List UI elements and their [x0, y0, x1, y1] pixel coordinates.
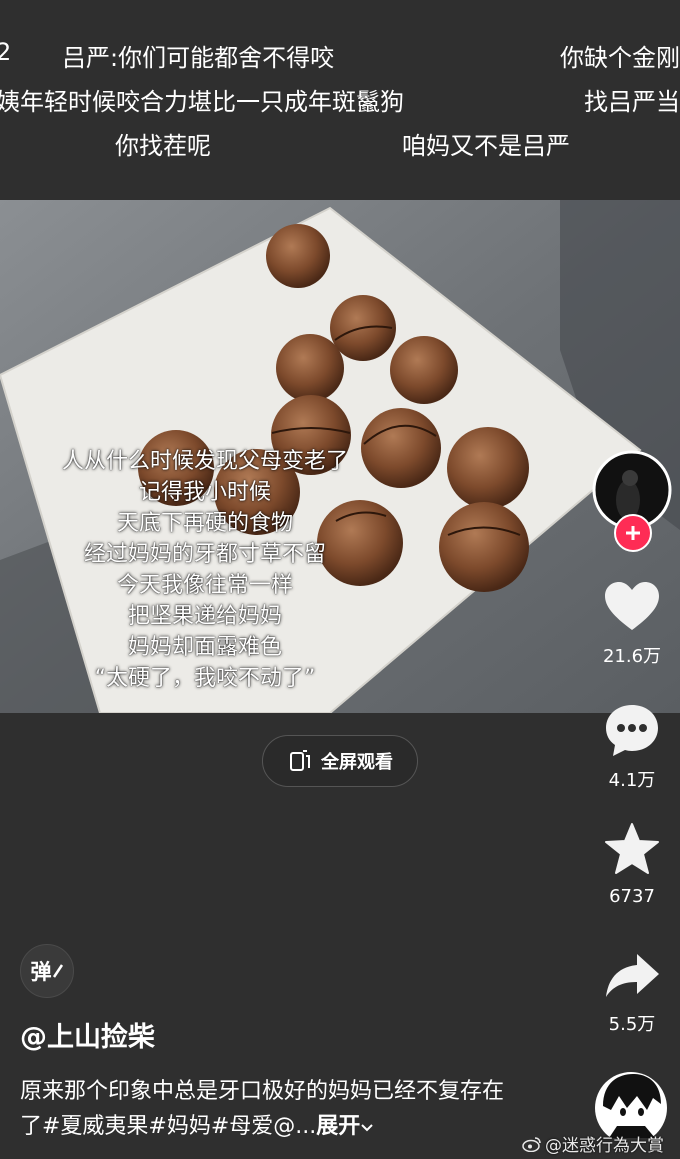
fullscreen-icon: [290, 750, 310, 771]
caption-line: 妈妈却面露难色: [127, 635, 282, 660]
danmaku-comment: 找吕严当: [584, 88, 680, 116]
favorite-button[interactable]: 6737: [600, 822, 664, 907]
chevron-down-icon: [361, 1124, 374, 1132]
comment-count: 4.1万: [608, 770, 656, 791]
danmaku-comment: 2: [0, 38, 12, 66]
expand-link[interactable]: 展开: [316, 1114, 374, 1139]
video-caption: 人从什么时候发现父母变老了 记得我小时候 天底下再硬的食物 经过妈妈的牙都寸草不…: [0, 446, 410, 694]
share-count: 5.5万: [608, 1014, 656, 1035]
star-icon: [605, 823, 659, 874]
danmaku-layer: 2 吕严:你们可能都舍不得咬 你缺个金刚 姨年轻时候咬合力堪比一只成年斑鬣狗 找…: [0, 0, 680, 200]
danmaku-comment: 姨年轻时候咬合力堪比一只成年斑鬣狗: [0, 88, 404, 116]
share-icon: [606, 954, 659, 997]
weibo-logo-icon: [522, 1136, 541, 1152]
share-button[interactable]: 5.5万: [600, 950, 664, 1036]
caption-line: “太硬了，我咬不动了”: [94, 666, 316, 691]
caption-line: 天底下再硬的食物: [116, 511, 293, 536]
follow-button[interactable]: [614, 514, 652, 552]
weibo-watermark: @迷惑行為大賞: [522, 1131, 664, 1156]
plus-icon: [614, 514, 652, 552]
caption-line: 人从什么时候发现父母变老了: [61, 449, 348, 474]
music-disc-avatar[interactable]: [593, 1070, 673, 1144]
caption-line: 经过妈妈的牙都寸草不留: [83, 542, 326, 567]
danmaku-toggle-label: 弹: [30, 960, 52, 984]
heart-icon: [605, 582, 659, 630]
video-player[interactable]: 人从什么时候发现父母变老了 记得我小时候 天底下再硬的食物 经过妈妈的牙都寸草不…: [0, 200, 680, 713]
danmaku-comment: 你找茬呢: [115, 132, 211, 160]
favorite-count: 6737: [609, 886, 655, 907]
caption-line: 记得我小时候: [138, 480, 271, 505]
danmaku-toggle-button[interactable]: 弹: [20, 944, 74, 998]
caption-line: 把坚果递给妈妈: [127, 604, 282, 629]
danmaku-comment: 你缺个金刚: [560, 44, 680, 72]
manga-avatar-image: [595, 1072, 667, 1144]
slash-icon: [52, 964, 63, 978]
danmaku-comment: 咱妈又不是吕严: [402, 132, 570, 160]
comment-button[interactable]: 4.1万: [600, 702, 664, 792]
author-name[interactable]: @上山捡柴: [20, 1015, 155, 1054]
danmaku-comment: 吕严:你们可能都舍不得咬: [62, 44, 335, 72]
description-text: 原来那个印象中总是牙口极好的妈妈已经不复存在了#夏威夷果#妈妈#母爱@...: [20, 1079, 505, 1139]
video-description[interactable]: 原来那个印象中总是牙口极好的妈妈已经不复存在了#夏威夷果#妈妈#母爱@...展开: [20, 1074, 520, 1144]
comment-icon: [606, 705, 658, 756]
fullscreen-label: 全屏观看: [321, 752, 393, 773]
watermark-text: @迷惑行為大賞: [545, 1136, 664, 1156]
caption-line: 今天我像往常一样: [116, 573, 293, 598]
like-button[interactable]: 21.6万: [600, 580, 664, 668]
like-count: 21.6万: [602, 646, 662, 667]
fullscreen-button[interactable]: 全屏观看: [262, 735, 418, 787]
